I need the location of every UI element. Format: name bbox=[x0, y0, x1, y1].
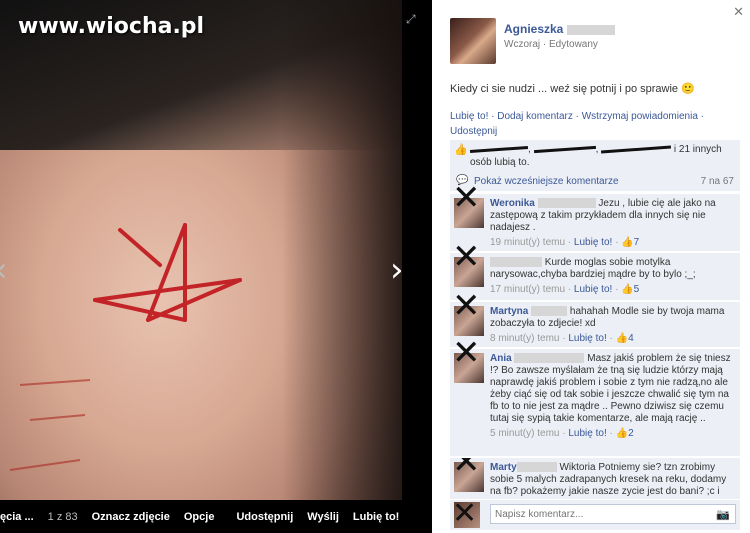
post-actions[interactable]: Lubię to! · Dodaj komentarz · Wstrzymaj … bbox=[450, 109, 730, 139]
photo-counter: 1 z 83 bbox=[47, 510, 78, 523]
send-button[interactable]: Wyślij bbox=[307, 511, 339, 523]
options-button[interactable]: Opcje bbox=[184, 511, 215, 523]
author-name[interactable]: Agnieszka bbox=[504, 22, 615, 36]
album-link[interactable]: ęcia ... bbox=[0, 511, 34, 523]
comment: ✕ Kurde moglas sobie motylka narysowac,c… bbox=[450, 240, 740, 300]
close-icon[interactable]: ✕ bbox=[733, 4, 744, 20]
show-earlier-comments[interactable]: 💬 Pokaż wcześniejsze komentarze 7 na 67 bbox=[450, 172, 740, 191]
wrist-cut-star bbox=[9, 223, 242, 471]
photo-viewer: www.wiocha.pl ⤢ ‹ › ęcia ... 1 z 83 Ozna… bbox=[0, 0, 432, 533]
avatar[interactable]: ✕ bbox=[452, 336, 484, 383]
photo bbox=[0, 0, 402, 500]
likes-summary[interactable]: 👍 , , i 21 innych osób lubią to. bbox=[450, 140, 740, 173]
comment-count: 7 na 67 bbox=[700, 176, 734, 187]
next-photo-arrow-icon[interactable]: › bbox=[390, 250, 404, 290]
previous-photo-arrow-icon[interactable]: ‹ bbox=[0, 250, 8, 290]
post-text: Kiedy ci sie nudzi ... weź się potnij i … bbox=[450, 83, 695, 95]
avatar: ✕ bbox=[452, 496, 480, 531]
post-meta: Wczoraj · Edytowany bbox=[504, 39, 598, 50]
comment: ✕ Marty Wiktoria Potniemy sie? tzn zrobi… bbox=[450, 457, 740, 499]
avatar[interactable]: ✕ bbox=[452, 181, 484, 228]
reply-box: ✕ 📷 bbox=[450, 496, 740, 531]
watermark: www.wiocha.pl bbox=[18, 14, 205, 39]
comments-panel: ✕ Agnieszka Wczoraj · Edytowany Kiedy ci… bbox=[432, 0, 750, 533]
comment: ✕ Martyna hahahah Modle sie by twoja mam… bbox=[450, 289, 740, 347]
avatar[interactable]: ✕ bbox=[452, 458, 484, 492]
like-button[interactable]: Lubię to! bbox=[353, 511, 399, 523]
post-header: Agnieszka Wczoraj · Edytowany bbox=[450, 18, 615, 64]
thumbs-up-icon: 👍 bbox=[454, 144, 468, 156]
share-button[interactable]: Udostępnij bbox=[236, 511, 293, 523]
avatar[interactable]: ✕ bbox=[452, 289, 484, 336]
photo-action-bar: ęcia ... 1 z 83 Oznacz zdjęcie Opcje Udo… bbox=[0, 500, 432, 533]
comment-input[interactable] bbox=[490, 504, 736, 524]
avatar[interactable] bbox=[450, 18, 496, 64]
comment: ✕ Ania Masz jakiś problem że się tniesz … bbox=[450, 336, 740, 456]
avatar[interactable]: ✕ bbox=[452, 240, 484, 287]
expand-icon[interactable]: ⤢ bbox=[406, 12, 416, 27]
camera-icon[interactable]: 📷 bbox=[716, 508, 730, 521]
comment: ✕ Weronika Jezu , lubie cię ale jako na … bbox=[450, 181, 740, 251]
tag-photo-button[interactable]: Oznacz zdjęcie bbox=[92, 511, 170, 523]
